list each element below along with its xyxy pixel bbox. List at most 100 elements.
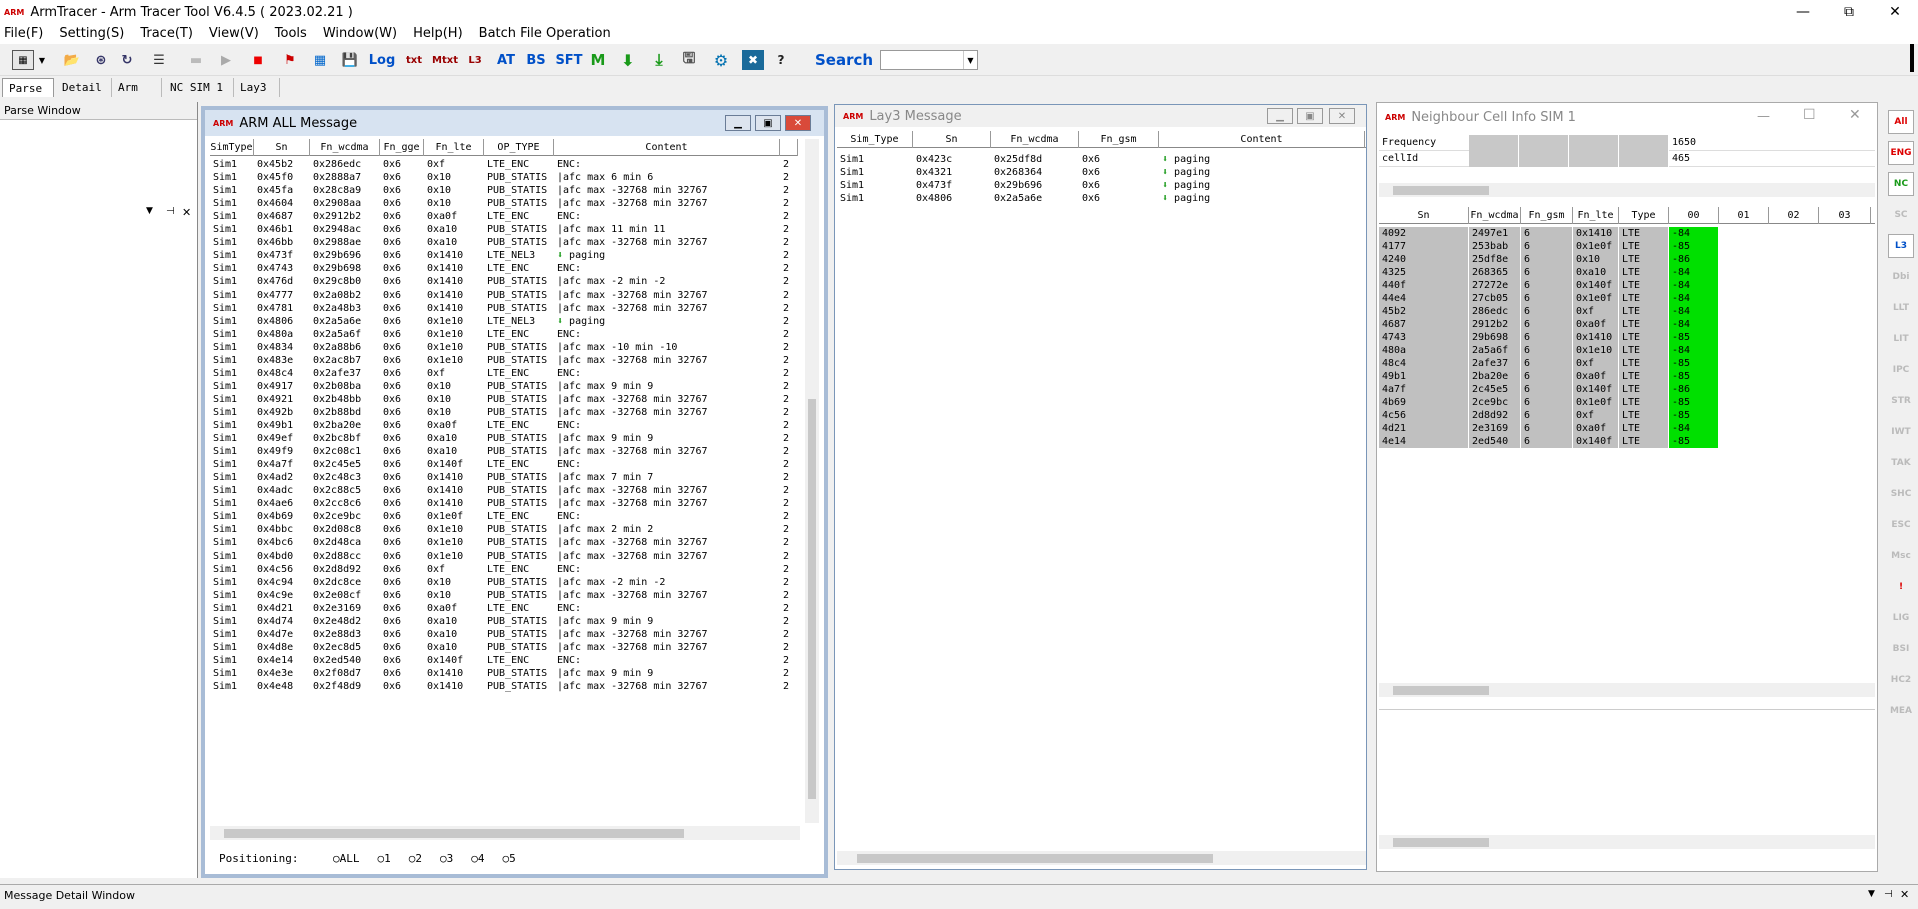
tab-lay3[interactable]: Lay3 [234,78,280,97]
dropdown-arrow-icon[interactable]: ▼ [36,50,48,70]
table-row[interactable]: Sim1 0x45fa 0x28c8a9 0x6 0x10 PUB_STATIS |afc … [210,184,794,197]
scroll-thumb[interactable] [1393,838,1489,847]
table-row[interactable]: Sim1 0x4e3e 0x2f08d7 0x6 0x1410 PUB_STATIS |af… [210,667,794,680]
bs-button[interactable]: BS [524,50,548,70]
side-button-ipc[interactable]: IPC [1888,358,1914,382]
at-button[interactable]: AT [494,50,518,70]
table-row[interactable]: Sim1 0x49b1 0x2ba20e 0x6 0xa0f LTE_ENC ENC: 2 [210,419,794,432]
table-row[interactable]: 4687 2912b2 6 0xa0f LTE -84 [1379,318,1719,331]
positioning-radio[interactable]: ○1 [378,852,391,865]
search-combo[interactable]: ▼ [880,50,978,70]
play-icon[interactable]: ▶ [218,50,234,70]
column-header[interactable]: Fn_wcdma [1469,207,1521,224]
table-row[interactable]: 44e4 27cb05 6 0x1e0f LTE -84 [1379,292,1719,305]
minimize-icon[interactable]: ▁ [725,115,751,131]
table-row[interactable]: Sim1 0x4834 0x2a88b6 0x6 0x1e10 PUB_STATIS |af… [210,341,794,354]
table-row[interactable]: Sim1 0x4e48 0x2f48d9 0x6 0x1410 PUB_STATIS |af… [210,680,794,693]
menu-window[interactable]: Window(W) [323,26,397,41]
dropdown-arrow-icon[interactable]: ▼ [146,206,153,216]
log-button[interactable]: Log [368,50,396,70]
refresh-icon[interactable]: ↻ [116,50,138,70]
side-button-dbi[interactable]: Dbi [1888,265,1914,289]
table-row[interactable]: Sim1 0x4d21 0x2e3169 0x6 0xa0f LTE_ENC ENC: 2 [210,602,794,615]
gear-icon[interactable]: ⚙ [710,50,732,70]
table-row[interactable]: 480a 2a5a6f 6 0x1e10 LTE -84 [1379,344,1719,357]
table-row[interactable]: 48c4 2afe37 6 0xf LTE -85 [1379,357,1719,370]
column-header[interactable]: OP_TYPE [484,139,554,156]
table-row[interactable]: 440f 27272e 6 0x140f LTE -84 [1379,279,1719,292]
column-header[interactable]: Fn_gge [380,139,424,156]
maximize-icon[interactable]: ☐ [1803,107,1816,123]
table-row[interactable]: Sim1 0x46b1 0x2948ac 0x6 0xa10 PUB_STATIS |afc… [210,223,794,236]
scroll-thumb[interactable] [1393,686,1489,695]
table-row[interactable]: Sim1 0x4c9e 0x2e08cf 0x6 0x10 PUB_STATIS |afc … [210,589,794,602]
table-row[interactable]: Sim1 0x4781 0x2a48b3 0x6 0x1410 PUB_STATIS |af… [210,302,794,315]
table-row[interactable]: Sim1 0x46bb 0x2988ae 0x6 0xa10 PUB_STATIS |afc… [210,236,794,249]
record-stop-icon[interactable]: ■ [250,50,266,70]
list-icon[interactable]: ☰ [148,50,170,70]
radio-circle-icon[interactable]: ○ [333,852,340,865]
table-row[interactable]: Sim1 0x4604 0x2908aa 0x6 0x10 PUB_STATIS |afc … [210,197,794,210]
column-header[interactable]: Fn_lte [1573,207,1619,224]
side-button-str[interactable]: STR [1888,389,1914,413]
table-row[interactable]: Sim1 0x4bc6 0x2d48ca 0x6 0x1e10 PUB_STATIS |af… [210,536,794,549]
table-row[interactable]: 4d21 2e3169 6 0xa0f LTE -84 [1379,422,1719,435]
column-header[interactable]: 01 [1719,207,1769,224]
tab-arm[interactable]: Arm [112,78,162,97]
table-row[interactable]: Sim1 0x473f 0x29b696 0x6 ⬇ paging [837,179,1365,192]
side-button-iwt[interactable]: IWT [1888,420,1914,444]
tab-detail[interactable]: Detail [56,78,112,97]
positioning-radio[interactable]: ○5 [503,852,516,865]
device-icon[interactable]: ▦ [12,50,34,70]
column-header[interactable]: Sn [1379,207,1469,224]
table-row[interactable]: Sim1 0x4bbc 0x2d08c8 0x6 0x1e10 PUB_STATIS |af… [210,523,794,536]
table-row[interactable]: Sim1 0x423c 0x25df8d 0x6 ⬇ paging [837,153,1365,166]
table-row[interactable]: Sim1 0x4321 0x268364 0x6 ⬇ paging [837,166,1365,179]
connect-icon[interactable]: ⊛ [90,50,112,70]
side-button-llt[interactable]: LLT [1888,296,1914,320]
table-row[interactable]: Sim1 0x4d7e 0x2e88d3 0x6 0xa10 PUB_STATIS |afc… [210,628,794,641]
table-row[interactable]: Sim1 0x45f0 0x2888a7 0x6 0x10 PUB_STATIS |afc … [210,171,794,184]
horizontal-scrollbar[interactable] [837,851,1366,865]
save-icon[interactable]: 💾 [340,50,360,70]
column-header[interactable]: Content [554,139,780,156]
table-row[interactable]: Sim1 0x4a7f 0x2c45e5 0x6 0x140f LTE_ENC ENC: 2 [210,458,794,471]
table-row[interactable]: 4325 268365 6 0xa10 LTE -84 [1379,266,1719,279]
positioning-radio[interactable]: ○ALL [333,852,360,865]
menu-help[interactable]: Help(H) [413,26,463,41]
side-button-eng[interactable]: ENG [1888,141,1914,165]
grid-icon[interactable]: ▦ [310,50,330,70]
help-icon[interactable]: ? [772,50,790,70]
column-header[interactable]: 00 [1669,207,1719,224]
table-row[interactable]: Sim1 0x48c4 0x2afe37 0x6 0xf LTE_ENC ENC: 2 [210,367,794,380]
tab-nc-sim1[interactable]: NC SIM 1 [164,78,234,97]
horizontal-scrollbar[interactable] [210,826,800,840]
scroll-thumb[interactable] [224,829,684,838]
pin-icon[interactable]: ⊣ [1884,889,1893,900]
table-row[interactable]: Sim1 0x4687 0x2912b2 0x6 0xa0f LTE_ENC ENC: 2 [210,210,794,223]
table-row[interactable]: Sim1 0x483e 0x2ac8b7 0x6 0x1e10 PUB_STATIS |af… [210,354,794,367]
table-row[interactable]: 4e14 2ed540 6 0x140f LTE -85 [1379,435,1719,448]
download-all-icon[interactable]: ⤓ [648,50,670,70]
radio-circle-icon[interactable]: ○ [471,852,478,865]
side-button-l3[interactable]: L3 [1888,234,1914,258]
close-icon[interactable]: ✕ [1849,107,1861,123]
table-row[interactable]: 4b69 2ce9bc 6 0x1e0f LTE -85 [1379,396,1719,409]
column-header[interactable]: Fn_lte [424,139,484,156]
table-row[interactable]: Sim1 0x4917 0x2b08ba 0x6 0x10 PUB_STATIS |afc … [210,380,794,393]
table-row[interactable]: Sim1 0x473f 0x29b696 0x6 0x1410 LTE_NEL3 ⬇ pag… [210,249,794,262]
m-button[interactable]: M [588,50,608,70]
table-row[interactable]: Sim1 0x4d74 0x2e48d2 0x6 0xa10 PUB_STATIS |afc… [210,615,794,628]
floppy-icon[interactable]: 🖫 [678,49,700,70]
column-header[interactable]: Fn_wcdma [991,131,1079,148]
horizontal-scrollbar[interactable] [1379,683,1875,697]
column-header[interactable]: Fn_wcdma [310,139,380,156]
txt-button[interactable]: txt [402,50,426,70]
minimize-icon[interactable]: ▁ [1267,108,1293,124]
scroll-thumb[interactable] [808,399,816,799]
pin-icon[interactable]: ⊣ [166,206,175,217]
side-button-esc[interactable]: ESC [1888,513,1914,537]
column-header[interactable]: Type [1619,207,1669,224]
table-row[interactable]: Sim1 0x4adc 0x2c88c5 0x6 0x1410 PUB_STATIS |af… [210,484,794,497]
restore-icon[interactable]: ▣ [1297,108,1323,124]
